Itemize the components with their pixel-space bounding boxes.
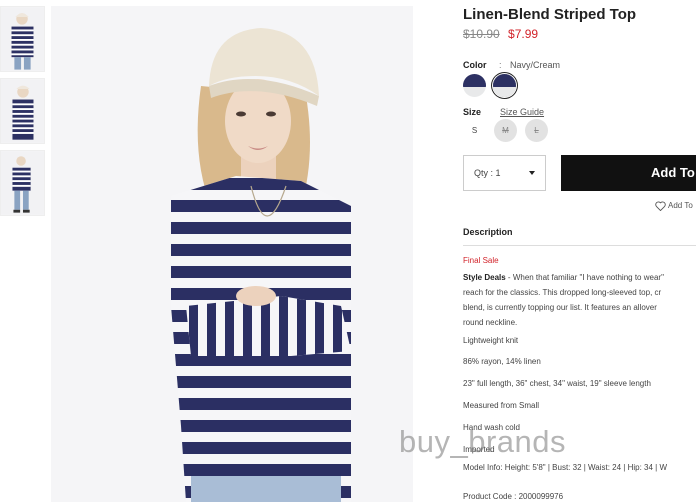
description-lead: Style Deals	[463, 273, 506, 282]
description-heading[interactable]: Description	[463, 227, 513, 237]
description-line-4: round neckline.	[463, 318, 518, 327]
size-label: Size	[463, 107, 482, 117]
watermark-text: buy_brands	[399, 424, 567, 459]
divider	[463, 245, 696, 246]
add-to-wishlist-link[interactable]: Add To	[655, 201, 693, 211]
detail-item: Lightweight knit	[463, 336, 519, 345]
size-guide-link[interactable]: Size Guide	[500, 107, 544, 117]
detail-item: Measured from Small	[463, 401, 540, 410]
color-value: Navy/Cream	[510, 60, 561, 70]
thumbnail-3[interactable]	[0, 150, 45, 216]
model-info: Model Info: Height: 5'8" | Bust: 32 | Wa…	[463, 463, 668, 472]
detail-item: 23" full length, 36" chest, 34" waist, 1…	[463, 379, 651, 388]
color-label: Color	[463, 60, 487, 70]
chevron-down-icon	[529, 171, 535, 175]
description-line-1: - When that familiar "I have nothing to …	[505, 273, 664, 282]
size-option-s[interactable]: S	[463, 119, 486, 142]
add-to-bag-button[interactable]: Add To	[561, 155, 696, 191]
quantity-select[interactable]: Qty : 1	[463, 155, 546, 191]
original-price: $10.90	[463, 27, 500, 41]
final-sale-label: Final Sale	[463, 256, 499, 265]
price-row: $10.90 $7.99	[463, 27, 538, 41]
thumbnail-1[interactable]	[0, 6, 45, 72]
description-line-2: reach for the classics. This dropped lon…	[463, 288, 662, 297]
product-code: Product Code : 2000099976	[463, 492, 564, 501]
wishlist-label: Add To	[668, 201, 693, 211]
color-swatch-navy-cream-2-selected[interactable]	[493, 74, 516, 97]
description-line-3: blend, is currently topping our list. It…	[463, 303, 657, 312]
thumbnail-strip	[0, 6, 46, 222]
size-option-l[interactable]: L	[525, 119, 548, 142]
color-swatch-navy-cream-1[interactable]	[463, 74, 486, 97]
quantity-value: Qty : 1	[474, 168, 501, 178]
detail-item: 86% rayon, 14% linen	[463, 357, 541, 366]
sale-price: $7.99	[508, 27, 539, 41]
thumbnail-2[interactable]	[0, 78, 45, 144]
description-text: Style Deals - When that familiar "I have…	[463, 270, 696, 330]
color-separator: :	[499, 60, 502, 70]
heart-icon	[655, 201, 666, 211]
product-title: Linen-Blend Striped Top	[463, 6, 637, 23]
size-option-m[interactable]: M	[494, 119, 517, 142]
main-product-image[interactable]	[51, 6, 413, 502]
